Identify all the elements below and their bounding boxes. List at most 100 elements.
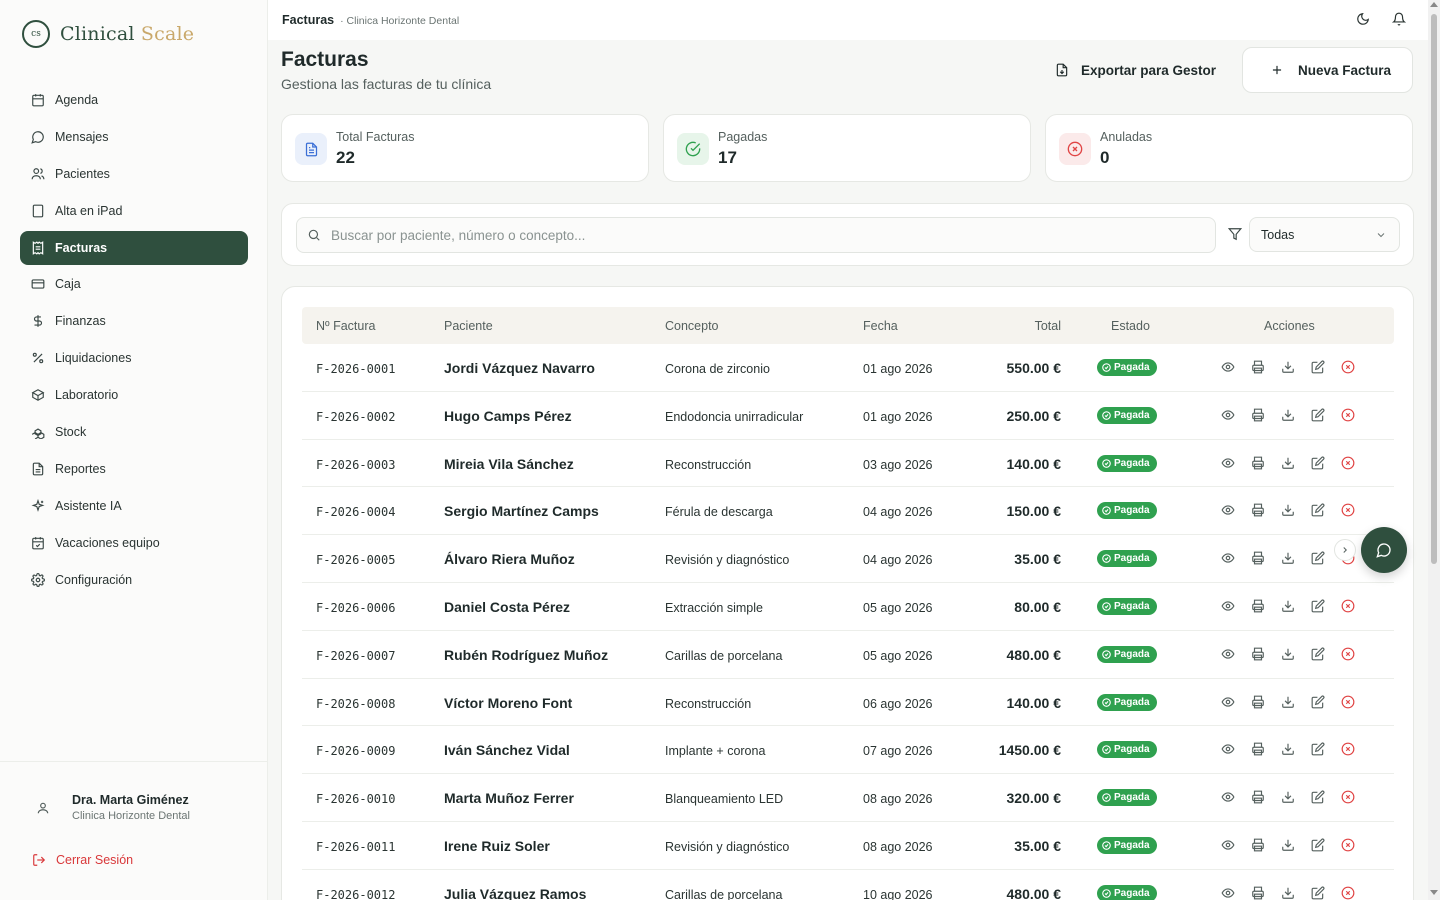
user-profile[interactable]: Dra. Marta Giménez Clinica Horizonte Den…: [36, 793, 190, 822]
patient-name[interactable]: Iván Sánchez Vidal: [444, 742, 570, 758]
eye-icon[interactable]: [1221, 695, 1235, 709]
sidebar-item-mensajes[interactable]: Mensajes: [20, 120, 248, 154]
sidebar-item-laboratorio[interactable]: Laboratorio: [20, 378, 248, 412]
scroll-down-icon[interactable]: [1430, 890, 1438, 895]
table-row[interactable]: F-2026-0012 Julia Vázquez Ramos Carillas d…: [302, 870, 1394, 900]
invoice-number[interactable]: F-2026-0011: [316, 840, 395, 854]
invoice-number[interactable]: F-2026-0003: [316, 458, 395, 472]
table-row[interactable]: F-2026-0005 Álvaro Riera Muñoz Revisión y …: [302, 535, 1394, 583]
eye-icon[interactable]: [1221, 742, 1235, 756]
download-icon[interactable]: [1281, 886, 1295, 900]
download-icon[interactable]: [1281, 599, 1295, 613]
sidebar-item-facturas[interactable]: Facturas: [20, 230, 248, 265]
printer-icon[interactable]: [1251, 503, 1265, 517]
patient-name[interactable]: Marta Muñoz Ferrer: [444, 790, 574, 806]
invoice-number[interactable]: F-2026-0001: [316, 362, 395, 376]
sidebar-item-pacientes[interactable]: Pacientes: [20, 157, 248, 191]
sidebar-item-asistente-ia[interactable]: Asistente IA: [20, 489, 248, 523]
edit-icon[interactable]: [1311, 456, 1325, 470]
invoice-number[interactable]: F-2026-0010: [316, 792, 395, 806]
chat-fab-button[interactable]: [1361, 527, 1407, 573]
printer-icon[interactable]: [1251, 838, 1265, 852]
eye-icon[interactable]: [1221, 551, 1235, 565]
sidebar-item-reportes[interactable]: Reportes: [20, 452, 248, 486]
sidebar-item-vacaciones-equipo[interactable]: Vacaciones equipo: [20, 526, 248, 560]
edit-icon[interactable]: [1311, 360, 1325, 374]
status-filter-select[interactable]: Todas: [1249, 217, 1400, 252]
invoice-number[interactable]: F-2026-0002: [316, 410, 395, 424]
header-total[interactable]: Total: [1035, 319, 1061, 333]
download-icon[interactable]: [1281, 408, 1295, 422]
invoice-number[interactable]: F-2026-0004: [316, 505, 395, 519]
patient-name[interactable]: Mireia Vila Sánchez: [444, 456, 574, 472]
sidebar-item-agenda[interactable]: Agenda: [20, 83, 248, 117]
patient-name[interactable]: Jordi Vázquez Navarro: [444, 360, 595, 376]
sidebar-item-configuracion[interactable]: Configuración: [20, 563, 248, 597]
table-row[interactable]: F-2026-0001 Jordi Vázquez Navarro Corona d…: [302, 344, 1394, 392]
download-icon[interactable]: [1281, 456, 1295, 470]
download-icon[interactable]: [1281, 695, 1295, 709]
page-scrollbar[interactable]: [1428, 0, 1440, 900]
patient-name[interactable]: Sergio Martínez Camps: [444, 503, 599, 519]
printer-icon[interactable]: [1251, 456, 1265, 470]
eye-icon[interactable]: [1221, 599, 1235, 613]
sidebar-item-liquidaciones[interactable]: Liquidaciones: [20, 341, 248, 375]
printer-icon[interactable]: [1251, 742, 1265, 756]
sidebar-item-caja[interactable]: Caja: [20, 267, 248, 301]
export-button[interactable]: Exportar para Gestor: [1043, 48, 1223, 92]
logout-button[interactable]: Cerrar Sesión: [32, 853, 133, 867]
moon-icon[interactable]: [1356, 12, 1370, 26]
table-row[interactable]: F-2026-0003 Mireia Vila Sánchez Reconstruc…: [302, 440, 1394, 488]
invoice-number[interactable]: F-2026-0009: [316, 744, 395, 758]
printer-icon[interactable]: [1251, 790, 1265, 804]
download-icon[interactable]: [1281, 503, 1295, 517]
cancel-invoice-icon[interactable]: [1341, 695, 1355, 709]
invoice-number[interactable]: F-2026-0007: [316, 649, 395, 663]
cancel-invoice-icon[interactable]: [1341, 886, 1355, 900]
download-icon[interactable]: [1281, 360, 1295, 374]
patient-name[interactable]: Víctor Moreno Font: [444, 695, 572, 711]
sidebar-item-finanzas[interactable]: Finanzas: [20, 304, 248, 338]
cancel-invoice-icon[interactable]: [1341, 742, 1355, 756]
chevron-right-icon[interactable]: [1334, 539, 1356, 561]
printer-icon[interactable]: [1251, 695, 1265, 709]
sidebar-item-stock[interactable]: Stock: [20, 415, 248, 449]
table-row[interactable]: F-2026-0008 Víctor Moreno Font Reconstrucc…: [302, 679, 1394, 727]
header-status[interactable]: Estado: [1111, 319, 1150, 333]
download-icon[interactable]: [1281, 838, 1295, 852]
patient-name[interactable]: Rubén Rodríguez Muñoz: [444, 647, 608, 663]
eye-icon[interactable]: [1221, 838, 1235, 852]
edit-icon[interactable]: [1311, 599, 1325, 613]
download-icon[interactable]: [1281, 790, 1295, 804]
printer-icon[interactable]: [1251, 599, 1265, 613]
table-row[interactable]: F-2026-0009 Iván Sánchez Vidal Implante + …: [302, 726, 1394, 775]
eye-icon[interactable]: [1221, 408, 1235, 422]
table-row[interactable]: F-2026-0011 Irene Ruiz Soler Revisión y di…: [302, 822, 1394, 870]
eye-icon[interactable]: [1221, 790, 1235, 804]
printer-icon[interactable]: [1251, 408, 1265, 422]
edit-icon[interactable]: [1311, 742, 1325, 756]
table-row[interactable]: F-2026-0006 Daniel Costa Pérez Extracción …: [302, 583, 1394, 631]
eye-icon[interactable]: [1221, 647, 1235, 661]
download-icon[interactable]: [1281, 551, 1295, 565]
patient-name[interactable]: Hugo Camps Pérez: [444, 408, 572, 424]
header-number[interactable]: Nº Factura: [316, 319, 375, 333]
edit-icon[interactable]: [1311, 886, 1325, 900]
header-patient[interactable]: Paciente: [444, 319, 493, 333]
patient-name[interactable]: Daniel Costa Pérez: [444, 599, 570, 615]
search-input[interactable]: [331, 227, 1191, 243]
table-row[interactable]: F-2026-0007 Rubén Rodríguez Muñoz Carillas…: [302, 631, 1394, 679]
patient-name[interactable]: Julia Vázquez Ramos: [444, 886, 586, 900]
edit-icon[interactable]: [1311, 647, 1325, 661]
edit-icon[interactable]: [1311, 838, 1325, 852]
download-icon[interactable]: [1281, 647, 1295, 661]
cancel-invoice-icon[interactable]: [1341, 503, 1355, 517]
sidebar-item-alta-en-ipad[interactable]: Alta en iPad: [20, 194, 248, 228]
invoice-number[interactable]: F-2026-0008: [316, 697, 395, 711]
header-date[interactable]: Fecha: [863, 319, 898, 333]
header-concept[interactable]: Concepto: [665, 319, 719, 333]
edit-icon[interactable]: [1311, 790, 1325, 804]
printer-icon[interactable]: [1251, 647, 1265, 661]
brand-logo[interactable]: cs Clinical Scale: [22, 20, 194, 48]
edit-icon[interactable]: [1311, 408, 1325, 422]
